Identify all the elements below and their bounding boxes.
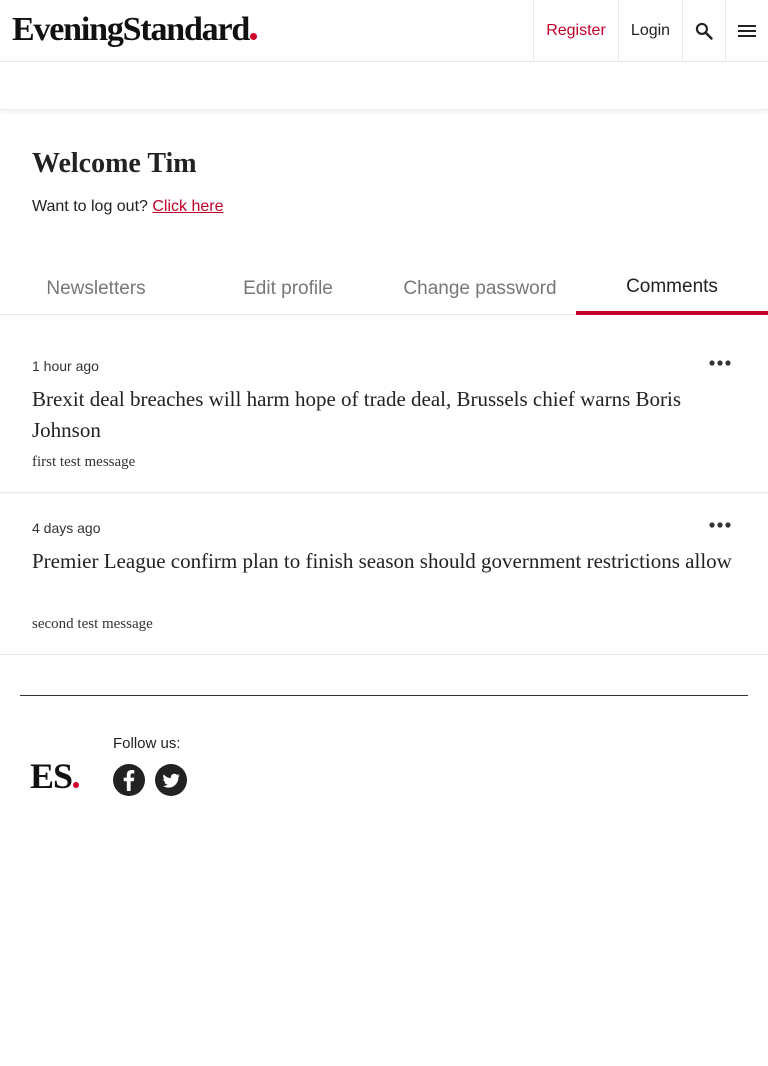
logo-dot [250,33,258,40]
comment-article-title[interactable]: Brexit deal breaches will harm hope of t… [32,384,732,446]
logo-text: EveningStandard [12,11,250,48]
login-link[interactable]: Login [618,0,682,61]
comment-article-title[interactable]: Premier League confirm plan to finish se… [32,546,732,577]
logout-link[interactable]: Click here [152,198,223,215]
comment-time: 4 days ago [32,520,101,536]
logout-prompt: Want to log out? [32,198,148,215]
comment-message: second test message [32,616,153,632]
search-button[interactable] [682,0,725,61]
evening-standard-logo[interactable]: EveningStandard [12,8,258,52]
es-logo-dot [73,782,80,788]
welcome-heading: Welcome Tim [32,148,197,179]
tab-change-password[interactable]: Change password [384,262,576,315]
es-footer-logo[interactable]: ES [30,756,80,796]
footer-divider [20,695,748,696]
facebook-icon [123,770,135,791]
more-options-icon[interactable] [708,520,732,530]
twitter-icon [163,773,180,788]
register-link[interactable]: Register [533,0,618,61]
twitter-link[interactable] [155,764,187,796]
follow-us-label: Follow us: [113,735,181,752]
search-icon [695,22,713,40]
es-logo-text: ES [30,756,73,796]
hamburger-menu-icon [738,24,756,37]
comment-item: 1 hour ago Brexit deal breaches will har… [0,315,768,493]
ad-banner-space [0,62,768,110]
menu-button[interactable] [725,0,768,61]
site-header: EveningStandard Register Login [0,0,768,62]
comment-time: 1 hour ago [32,358,99,374]
tab-edit-profile[interactable]: Edit profile [192,262,384,315]
comment-item: 4 days ago Premier League confirm plan t… [0,493,768,655]
tab-newsletters[interactable]: Newsletters [0,262,192,315]
comment-message: first test message [32,454,136,470]
logout-line: Want to log out? Click here [32,198,224,216]
tab-comments[interactable]: Comments [576,262,768,315]
more-options-icon[interactable] [708,358,732,368]
profile-tabs: Newsletters Edit profile Change password… [0,262,768,315]
facebook-link[interactable] [113,764,145,796]
header-nav: Register Login [533,0,768,61]
